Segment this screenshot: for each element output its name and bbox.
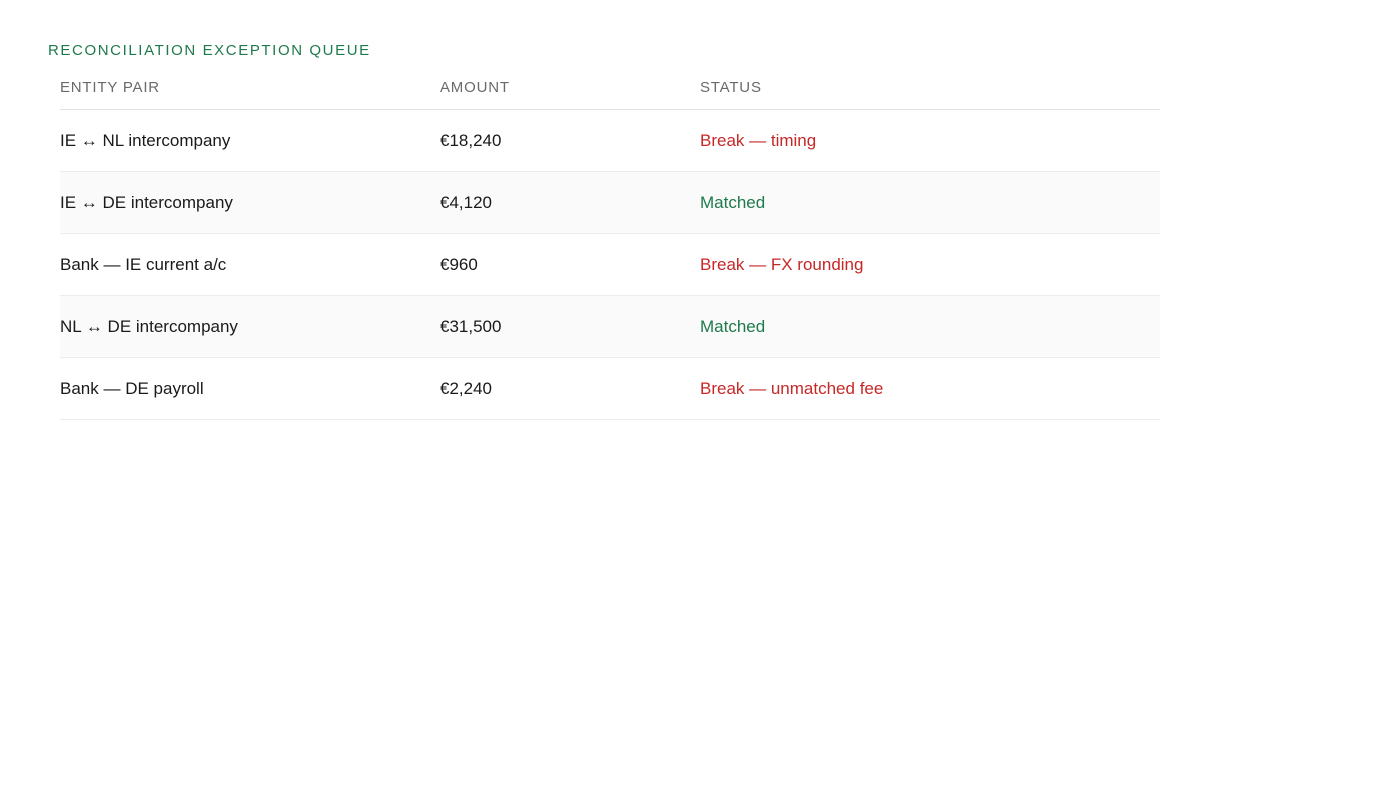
table-row[interactable]: Bank — DE payroll €2,240 Break — unmatch… (60, 358, 1160, 420)
entity-pair-cell: Bank — DE payroll (60, 378, 204, 398)
amount-cell: €2,240 (440, 378, 492, 398)
table-header: ENTITY PAIR AMOUNT STATUS (60, 66, 1160, 110)
status-cell: Matched (700, 192, 766, 212)
status-cell: Break — unmatched fee (700, 378, 884, 398)
column-header-entity-pair[interactable]: ENTITY PAIR (60, 79, 440, 97)
page-title: RECONCILIATION EXCEPTION QUEUE (48, 42, 371, 59)
amount-cell: €4,120 (440, 192, 492, 212)
column-header-status[interactable]: STATUS (700, 79, 1160, 97)
table-row[interactable]: IE ↔ NL intercompany €18,240 Break — tim… (60, 110, 1160, 172)
entity-pair-cell: Bank — IE current a/c (60, 254, 227, 274)
entity-pair-cell: IE ↔ NL intercompany (60, 130, 231, 150)
status-cell: Break — timing (700, 130, 817, 150)
amount-cell: €960 (440, 254, 478, 274)
amount-cell: €18,240 (440, 130, 502, 150)
table-row[interactable]: Bank — IE current a/c €960 Break — FX ro… (60, 234, 1160, 296)
amount-cell: €31,500 (440, 316, 502, 336)
entity-pair-cell: IE ↔ DE intercompany (60, 192, 233, 212)
column-header-amount[interactable]: AMOUNT (440, 79, 700, 97)
status-cell: Break — FX rounding (700, 254, 864, 274)
entity-pair-cell: NL ↔ DE intercompany (60, 316, 238, 336)
status-cell: Matched (700, 316, 766, 336)
table-row[interactable]: NL ↔ DE intercompany €31,500 Matched (60, 296, 1160, 358)
exception-table: ENTITY PAIR AMOUNT STATUS IE ↔ NL interc… (60, 66, 1160, 420)
table-row[interactable]: IE ↔ DE intercompany €4,120 Matched (60, 172, 1160, 234)
